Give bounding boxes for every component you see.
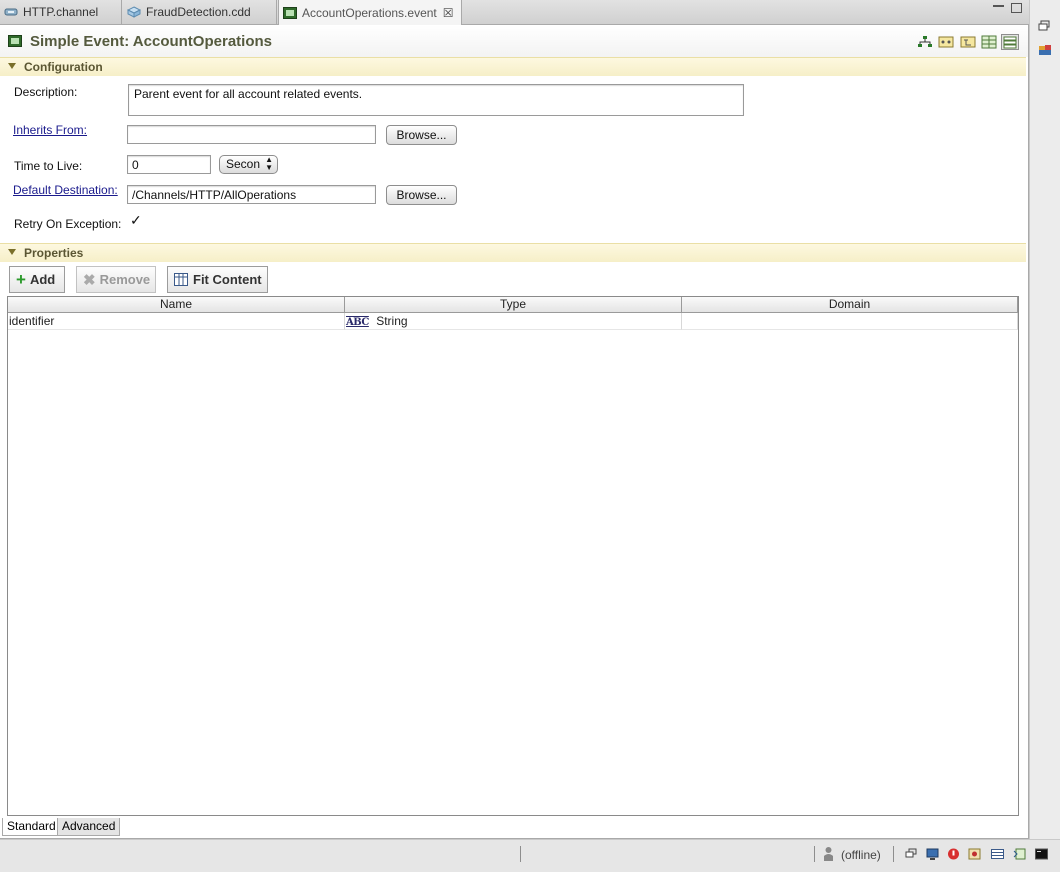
dependency-icon[interactable] <box>938 35 954 49</box>
time-to-live-label: Time to Live: <box>14 159 83 173</box>
tab-standard[interactable]: Standard <box>2 818 61 836</box>
collapse-triangle-icon[interactable] <box>8 249 16 255</box>
column-header-domain[interactable]: Domain <box>682 297 1018 313</box>
editor-tab-bar: HTTP.channel FraudDetection.cdd AccountO… <box>0 0 1029 25</box>
connection-status: (offline) <box>841 848 881 862</box>
error-log-icon[interactable] <box>947 848 960 860</box>
configuration-section-header[interactable]: Configuration <box>0 57 1026 76</box>
section-title: Configuration <box>24 60 103 74</box>
tab-fraud-detection[interactable]: FraudDetection.cdd <box>123 0 277 24</box>
time-to-live-field[interactable]: 0 <box>127 155 211 174</box>
status-separator <box>893 846 894 862</box>
hierarchy-icon[interactable] <box>917 35 933 49</box>
inherits-from-field[interactable] <box>127 125 376 144</box>
inherits-from-link[interactable]: Inherits From: <box>13 123 87 137</box>
properties-table: Name Type Domain identifier ABC String <box>7 296 1019 816</box>
plus-icon: + <box>16 269 26 289</box>
tab-label: AccountOperations.event <box>302 5 437 20</box>
monitor-icon[interactable] <box>926 848 939 860</box>
add-property-button[interactable]: + Add <box>9 266 65 293</box>
status-bar: (offline) <box>0 839 1060 872</box>
inherits-browse-button[interactable]: Browse... <box>386 125 457 145</box>
retry-on-exception-checkbox[interactable]: ✓ <box>130 213 143 228</box>
collapse-triangle-icon[interactable] <box>8 63 16 69</box>
user-icon <box>824 847 833 861</box>
column-header-name[interactable]: Name <box>8 297 345 313</box>
status-separator <box>520 846 521 862</box>
column-header-type[interactable]: Type <box>345 297 682 313</box>
list-icon[interactable] <box>1001 34 1019 50</box>
table-view-icon[interactable] <box>991 848 1004 860</box>
page-title: Simple Event: AccountOperations <box>30 33 272 50</box>
palette-icon[interactable] <box>1038 44 1052 56</box>
cell-name[interactable]: identifier <box>8 313 345 330</box>
event-icon <box>8 35 22 47</box>
tab-advanced[interactable]: Advanced <box>57 818 121 836</box>
add-label: Add <box>29 272 56 287</box>
properties-section-header[interactable]: Properties <box>0 243 1026 262</box>
close-icon[interactable]: ☒ <box>443 6 454 20</box>
form-header: Simple Event: AccountOperations <box>0 25 1028 57</box>
outline-icon[interactable] <box>1013 848 1026 860</box>
cell-type[interactable]: ABC String <box>345 313 682 330</box>
tab-http-channel[interactable]: HTTP.channel <box>0 0 122 24</box>
fit-columns-icon <box>174 273 188 286</box>
remove-x-icon: ✖ <box>83 271 96 289</box>
section-title: Properties <box>24 246 84 260</box>
event-icon <box>283 6 297 19</box>
right-trim-bar <box>1029 0 1060 845</box>
fit-content-button[interactable]: Fit Content <box>167 266 268 293</box>
stepper-arrows-icon: ▲ ▼ <box>265 155 273 172</box>
ttl-unit-value: Secon <box>226 157 261 171</box>
ttl-unit-select[interactable]: Secon ▲ ▼ <box>219 155 278 174</box>
columns-icon[interactable] <box>981 35 997 49</box>
description-label: Description: <box>14 85 78 99</box>
event-editor: Simple Event: AccountOperations Configur… <box>0 25 1029 839</box>
string-type-icon: ABC <box>346 317 369 328</box>
type-value: String <box>376 314 408 328</box>
tab-account-operations[interactable]: AccountOperations.event ☒ <box>278 0 462 25</box>
default-destination-field[interactable]: /Channels/HTTP/AllOperations <box>127 185 376 204</box>
status-separator <box>814 846 815 862</box>
tab-label: HTTP.channel <box>23 5 99 19</box>
cell-domain[interactable] <box>682 313 1018 330</box>
maximize-icon[interactable] <box>1011 3 1022 13</box>
cluster-deployment-icon <box>127 6 141 18</box>
restore-icon[interactable] <box>1038 20 1052 32</box>
debug-icon[interactable] <box>968 848 981 860</box>
retry-on-exception-label: Retry On Exception: <box>14 217 122 231</box>
remove-property-button[interactable]: ✖ Remove <box>76 266 156 293</box>
destination-browse-button[interactable]: Browse... <box>386 185 457 205</box>
minimize-icon[interactable] <box>993 4 1004 7</box>
description-field[interactable]: Parent event for all account related eve… <box>128 84 744 116</box>
default-destination-link[interactable]: Default Destination: <box>13 183 118 197</box>
channel-icon <box>4 8 18 16</box>
remove-label: Remove <box>99 272 151 287</box>
console-icon[interactable] <box>1035 848 1048 860</box>
tab-label: FraudDetection.cdd <box>146 5 251 19</box>
fit-content-label: Fit Content <box>193 272 262 287</box>
restore-icon[interactable] <box>905 848 918 860</box>
tree-icon[interactable] <box>960 35 976 49</box>
